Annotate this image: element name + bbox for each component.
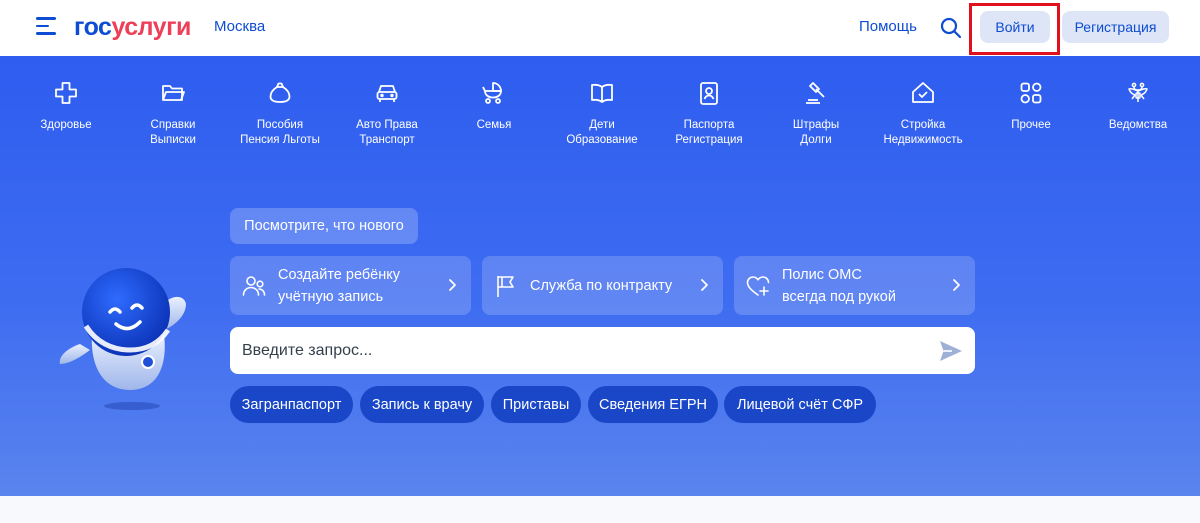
- whats-new-button[interactable]: Посмотрите, что нового: [230, 208, 418, 244]
- help-link[interactable]: Помощь: [859, 18, 917, 36]
- chip-bailiffs[interactable]: Приставы: [491, 386, 581, 423]
- health-icon: [55, 82, 77, 104]
- house-icon: [912, 82, 934, 103]
- category-fines[interactable]: Штрафы Долги: [763, 80, 869, 148]
- book-icon: [591, 83, 613, 103]
- category-children[interactable]: Дети Образование: [549, 80, 655, 148]
- search-field[interactable]: [230, 327, 975, 374]
- category-realty[interactable]: Стройка Недвижимость: [870, 80, 976, 148]
- category-documents[interactable]: Справки Выписки: [120, 80, 226, 148]
- menu-icon[interactable]: [36, 17, 58, 37]
- category-agencies[interactable]: Ведомства: [1085, 80, 1191, 133]
- chip-sfr-account[interactable]: Лицевой счёт СФР: [724, 386, 876, 423]
- category-passport[interactable]: Паспорта Регистрация: [656, 80, 762, 148]
- card-child-account[interactable]: Создайте ребёнку учётную запись: [230, 256, 471, 315]
- flag-icon: [497, 276, 514, 297]
- chip-egrn[interactable]: Сведения ЕГРН: [588, 386, 718, 423]
- hero-section: Здоровье Справки Выписки Пособия Пенсия Ль…: [0, 56, 1200, 496]
- send-icon[interactable]: [938, 338, 964, 364]
- passport-icon: [700, 82, 718, 105]
- card-contract-service[interactable]: Служба по контракту: [482, 256, 723, 315]
- page-content-start: [0, 496, 1200, 523]
- gavel-icon: [806, 82, 825, 104]
- chip-doctor-appointment[interactable]: Запись к врачу: [360, 386, 484, 423]
- category-benefits[interactable]: Пособия Пенсия Льготы: [227, 80, 333, 148]
- category-auto[interactable]: Авто Права Транспорт: [334, 80, 440, 148]
- grid-icon: [1020, 82, 1042, 104]
- folder-icon: [162, 85, 185, 101]
- chevron-right-icon: [449, 279, 456, 291]
- login-button[interactable]: Войти: [980, 11, 1050, 43]
- top-header: госуслуги Москва Помощь Войти Регистраци…: [0, 0, 1200, 56]
- emblem-icon: [1128, 82, 1148, 102]
- gosuslugi-logo[interactable]: госуслуги: [74, 13, 191, 41]
- category-other[interactable]: Прочее: [978, 80, 1084, 133]
- heart-plus-icon: [746, 276, 770, 296]
- register-button[interactable]: Регистрация: [1062, 11, 1169, 43]
- search-input[interactable]: [242, 327, 932, 374]
- car-icon: [376, 85, 398, 102]
- chevron-right-icon: [701, 279, 708, 291]
- city-selector[interactable]: Москва: [214, 18, 265, 36]
- moneybag-icon: [269, 82, 291, 103]
- robot-mascot-image: [59, 268, 186, 410]
- chip-zagranpasport[interactable]: Загранпаспорт: [230, 386, 353, 423]
- chevron-right-icon: [953, 279, 960, 291]
- category-health[interactable]: Здоровье: [13, 80, 119, 133]
- category-family[interactable]: Семья: [441, 80, 547, 133]
- search-icon[interactable]: [939, 16, 963, 40]
- people-icon: [242, 276, 266, 296]
- card-oms-policy[interactable]: Полис ОМС всегда под рукой: [734, 256, 975, 315]
- stroller-icon: [482, 82, 502, 104]
